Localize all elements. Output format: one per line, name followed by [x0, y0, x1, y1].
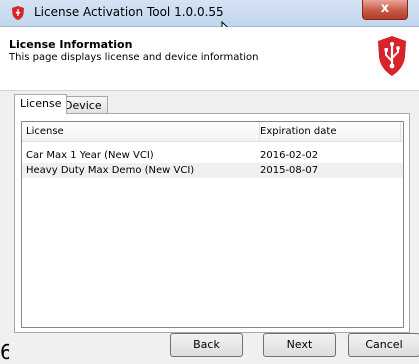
edge-fragment-text: 6 — [0, 340, 9, 364]
license-list[interactable]: License Expiration date Car Max 1 Year (… — [21, 121, 404, 328]
column-header-expiration[interactable]: Expiration date — [256, 122, 401, 141]
close-button[interactable]: x — [362, 0, 408, 20]
brand-shield-logo-icon — [378, 36, 406, 76]
license-name: Car Max 1 Year (New VCI) — [26, 150, 154, 161]
expiration-date: 2016-02-02 — [260, 150, 319, 161]
table-row[interactable]: Car Max 1 Year (New VCI) 2016-02-02 — [22, 148, 403, 163]
tab-license[interactable]: License — [14, 94, 68, 114]
back-button[interactable]: Back — [170, 333, 243, 357]
license-name: Heavy Duty Max Demo (New VCI) — [26, 165, 195, 176]
page-header: License Information This page displays l… — [0, 27, 419, 91]
page-title: License Information — [9, 38, 133, 51]
page-subtitle: This page displays license and device in… — [9, 52, 259, 63]
list-header: License Expiration date — [22, 122, 403, 142]
next-button[interactable]: Next — [263, 333, 336, 357]
table-row[interactable]: Heavy Duty Max Demo (New VCI) 2015-08-07 — [22, 163, 403, 178]
title-bar[interactable]: License Activation Tool 1.0.0.55 x — [0, 0, 419, 27]
cancel-button[interactable]: Cancel — [348, 333, 419, 357]
app-shield-icon — [12, 6, 24, 20]
expiration-date: 2015-08-07 — [260, 165, 319, 176]
license-tab-panel: License Expiration date Car Max 1 Year (… — [14, 113, 410, 333]
license-activation-window: License Activation Tool 1.0.0.55 x Licen… — [0, 0, 419, 364]
column-header-license[interactable]: License — [22, 122, 260, 141]
window-title: License Activation Tool 1.0.0.55 — [34, 5, 224, 19]
